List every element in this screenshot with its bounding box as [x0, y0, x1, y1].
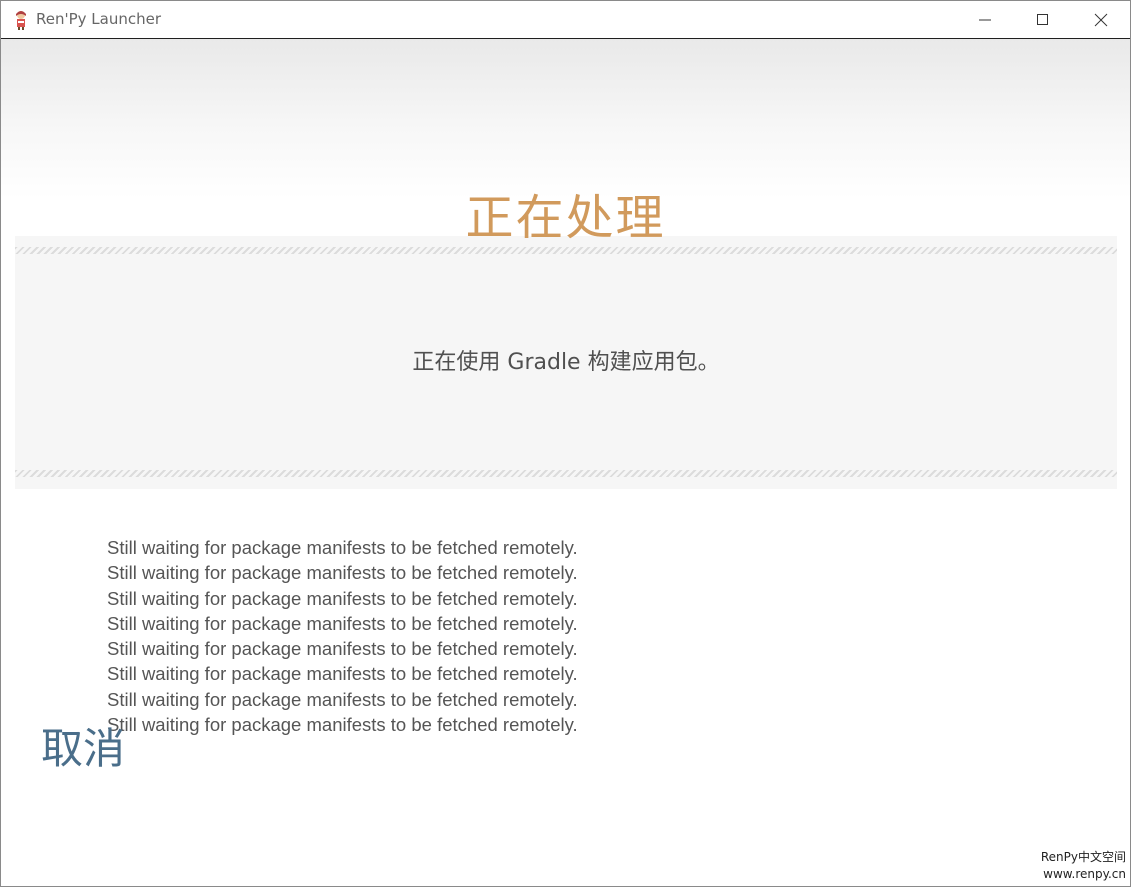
close-icon [1094, 13, 1108, 27]
log-line: Still waiting for package manifests to b… [107, 612, 578, 634]
log-output: Still waiting for package manifests to b… [107, 535, 807, 737]
launcher-content: 正在使用 Gradle 构建应用包。 正在处理 Still waiting fo… [1, 39, 1130, 886]
watermark-line-1: RenPy中文空间 [1040, 850, 1126, 864]
cancel-button[interactable]: 取消 [41, 723, 125, 775]
message-panel: 正在使用 Gradle 构建应用包。 [15, 236, 1117, 489]
title-bar[interactable]: Ren'Py Launcher [1, 1, 1130, 39]
panel-top-stripe [15, 247, 1117, 254]
maximize-icon [1037, 14, 1048, 25]
status-message: 正在使用 Gradle 构建应用包。 [412, 350, 720, 375]
log-line: Still waiting for package manifests to b… [107, 638, 578, 660]
minimize-button[interactable] [956, 1, 1014, 38]
panel-bottom-stripe [15, 470, 1117, 477]
watermark: RenPy中文空间 www.renpy.cn [1041, 849, 1126, 883]
page-title: 正在处理 [465, 190, 666, 246]
log-line: Still waiting for package manifests to b… [107, 537, 578, 558]
watermark-line-2: www.renpy.cn [1043, 867, 1126, 881]
window-title: Ren'Py Launcher [36, 10, 162, 28]
minimize-icon [979, 19, 991, 21]
renpy-eileen-icon [12, 10, 30, 30]
log-line: Still waiting for package manifests to b… [107, 663, 578, 685]
close-button[interactable] [1072, 1, 1130, 38]
log-line: Still waiting for package manifests to b… [107, 587, 578, 609]
maximize-button[interactable] [1014, 1, 1072, 38]
log-line: Still waiting for package manifests to b… [107, 688, 578, 710]
log-line: Still waiting for package manifests to b… [107, 714, 578, 736]
log-line: Still waiting for package manifests to b… [107, 562, 578, 584]
renpy-launcher-window: Ren'Py Launcher 正在使用 Gradle 构建应用包。 正在处理 [0, 0, 1131, 887]
